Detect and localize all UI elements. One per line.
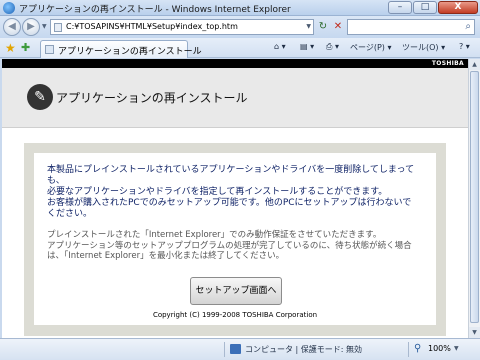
minimize-button[interactable]: – bbox=[388, 1, 412, 14]
back-button[interactable]: ◀ bbox=[3, 18, 21, 36]
intro-paragraph: 本製品にプレインストールされているアプリケーションやドライバを一度削除してしまっ… bbox=[47, 165, 417, 220]
notice-paragraph: プレインストールされた「Internet Explorer」でのみ動作保証をさせ… bbox=[47, 230, 417, 262]
page-icon bbox=[54, 23, 62, 32]
status-separator bbox=[408, 342, 409, 357]
intro-line: 本製品にプレインストールされているアプリケーションやドライバを一度削除してしまっ… bbox=[47, 165, 415, 186]
tools-menu[interactable]: ツール(O) ▾ bbox=[402, 42, 445, 53]
tab-page-icon bbox=[45, 45, 54, 54]
notice-line: アプリケーション等のセットアッププログラムの処理が完了しているのに、待ち状態が続… bbox=[47, 240, 412, 262]
page-content: TOSHIBA ✎ アプリケーションの再インストール 本製品にプレインストールさ… bbox=[2, 59, 468, 338]
home-button[interactable]: ⌂ ▾ bbox=[274, 42, 286, 51]
forward-button[interactable]: ▶ bbox=[22, 18, 40, 36]
page-menu[interactable]: ページ(P) ▾ bbox=[350, 42, 391, 53]
vertical-scrollbar[interactable]: ▲ ▼ bbox=[468, 59, 480, 338]
command-bar: ★ ✚ アプリケーションの再インストール ⌂ ▾ ▤ ▾ ⎙ ▾ ページ(P) … bbox=[0, 38, 480, 58]
address-dropdown[interactable]: ▼ bbox=[306, 23, 311, 30]
refresh-icon[interactable]: ↻ bbox=[316, 19, 330, 35]
print-button[interactable]: ⎙ ▾ bbox=[326, 42, 339, 52]
scroll-up-icon[interactable]: ▲ bbox=[469, 59, 480, 70]
stop-icon[interactable]: ✕ bbox=[331, 19, 345, 35]
window-title: アプリケーションの再インストール - Windows Internet Expl… bbox=[19, 5, 291, 15]
search-input[interactable]: ⌕ bbox=[347, 19, 475, 35]
address-bar[interactable]: C:¥TOSAPINS¥HTML¥Setup¥index_top.htm ▼ bbox=[50, 19, 314, 35]
zoom-icon[interactable]: ⚲ bbox=[414, 343, 421, 354]
window-controls: – □ X bbox=[388, 1, 478, 14]
search-icon[interactable]: ⌕ bbox=[465, 21, 471, 32]
title-bar: アプリケーションの再インストール - Windows Internet Expl… bbox=[0, 0, 480, 16]
address-url[interactable]: C:¥TOSAPINS¥HTML¥Setup¥index_top.htm bbox=[66, 22, 238, 31]
favorites-star-icon[interactable]: ★ bbox=[5, 41, 16, 55]
recent-pages-dropdown[interactable]: ▼ bbox=[42, 23, 47, 30]
add-favorites-icon[interactable]: ✚ bbox=[21, 41, 30, 54]
computer-zone-icon bbox=[230, 344, 241, 354]
status-bar: コンピュータ | 保護モード: 無効 ⚲ 100% ▼ bbox=[0, 338, 480, 360]
security-zone-text[interactable]: コンピュータ | 保護モード: 無効 bbox=[245, 344, 362, 355]
close-button[interactable]: X bbox=[438, 1, 478, 14]
content-panel: 本製品にプレインストールされているアプリケーションやドライバを一度削除してしまっ… bbox=[24, 143, 446, 336]
wrench-icon: ✎ bbox=[27, 84, 53, 110]
zoom-level[interactable]: 100% bbox=[428, 344, 451, 353]
help-menu[interactable]: ? ▾ bbox=[459, 42, 470, 51]
copyright-text: Copyright (C) 1999-2008 TOSHIBA Corporat… bbox=[152, 311, 318, 319]
toshiba-logo: TOSHIBA bbox=[431, 60, 464, 67]
tab-current[interactable]: アプリケーションの再インストール bbox=[40, 40, 202, 58]
ie-logo-icon bbox=[3, 2, 15, 14]
intro-line: 必要なアプリケーションやドライバを指定して再インストールすることができます。 bbox=[47, 187, 388, 197]
page-header: ✎ アプリケーションの再インストール bbox=[2, 68, 468, 128]
scroll-down-icon[interactable]: ▼ bbox=[469, 327, 480, 338]
notice-line: プレインストールされた「Internet Explorer」でのみ動作保証をさせ… bbox=[47, 230, 382, 240]
maximize-button[interactable]: □ bbox=[413, 1, 437, 14]
tab-label: アプリケーションの再インストール bbox=[58, 47, 202, 57]
zoom-dropdown[interactable]: ▼ bbox=[454, 345, 459, 352]
address-toolbar: ◀ ▶ ▼ C:¥TOSAPINS¥HTML¥Setup¥index_top.h… bbox=[0, 16, 480, 38]
page-title: アプリケーションの再インストール bbox=[56, 91, 248, 105]
setup-screen-button[interactable]: セットアップ画面へ bbox=[190, 277, 282, 305]
feeds-button[interactable]: ▤ ▾ bbox=[300, 42, 314, 51]
scroll-thumb[interactable] bbox=[470, 71, 479, 323]
content-inner-panel: 本製品にプレインストールされているアプリケーションやドライバを一度削除してしまっ… bbox=[34, 153, 436, 325]
brand-bar: TOSHIBA bbox=[2, 59, 468, 68]
status-separator bbox=[224, 342, 225, 357]
intro-line: お客様が購入されたPCでのみセットアップ可能です。他のPCにセットアップは行わな… bbox=[47, 198, 412, 219]
